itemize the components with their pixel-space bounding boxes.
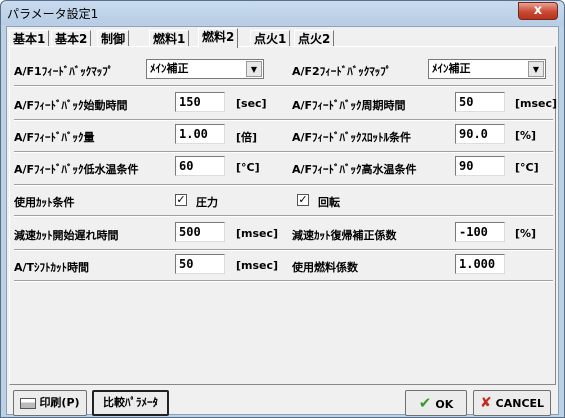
af-feedback-low-water-temp-field[interactable]: 60 [175,156,225,176]
unit-label: [%] [515,227,537,240]
cut-condition-label: 使用ｶｯﾄ条件 [14,196,75,209]
chevron-down-icon[interactable]: ▼ [528,61,544,77]
rpm-checkbox[interactable]: ✓ [297,194,309,206]
tab-tenka2[interactable]: 点火2 [294,30,335,47]
close-button[interactable]: x [518,2,558,20]
row-divider [14,119,553,121]
ok-button[interactable]: ✔ OK [405,390,467,416]
unit-label: [°C] [515,161,539,174]
unit-label: [倍] [236,131,258,144]
unit-label: [%] [515,129,537,142]
at-shift-cut-time-label: A/Tｼﾌﾄｶｯﾄ時間 [14,261,90,274]
unit-label: [°C] [236,161,260,174]
print-button[interactable]: 印刷(P) [13,390,87,416]
row-divider [14,151,553,153]
af-feedback-amount-field[interactable]: 1.00 [175,124,225,144]
af-feedback-amount-label: A/Fﾌｨｰﾄﾞﾊﾞｯｸ量 [14,131,95,144]
cross-icon: ✘ [479,395,492,411]
decel-cut-start-delay-label: 減速ｶｯﾄ開始遅れ時間 [14,229,119,242]
fuel-coefficient-label: 使用燃料係数 [292,261,358,274]
af-feedback-high-water-temp-label: A/Fﾌｨｰﾄﾞﾊﾞｯｸ高水温条件 [292,163,417,176]
tab-panel-nenryo2: A/F1ﾌｨｰﾄﾞﾊﾞｯｸﾏｯﾌﾟ ﾒｲﾝ補正 ▼ A/F2ﾌｨｰﾄﾞﾊﾞｯｸﾏ… [9,46,558,385]
row-divider [14,280,553,282]
decel-cut-start-delay-field[interactable]: 500 [175,222,225,242]
af2-feedback-map-label: A/F2ﾌｨｰﾄﾞﾊﾞｯｸﾏｯﾌﾟ [292,65,392,78]
af1-feedback-map-value: ﾒｲﾝ補正 [150,62,189,75]
af1-feedback-map-label: A/F1ﾌｨｰﾄﾞﾊﾞｯｸﾏｯﾌﾟ [14,65,114,78]
ok-button-label: OK [435,398,454,411]
rpm-checkbox-label: 回転 [318,196,340,209]
pressure-checkbox[interactable]: ✓ [175,194,187,206]
row-divider [14,215,553,217]
af-feedback-throttle-cond-label: A/Fﾌｨｰﾄﾞﾊﾞｯｸｽﾛｯﾄﾙ条件 [292,131,412,144]
af-feedback-cycle-time-label: A/Fﾌｨｰﾄﾞﾊﾞｯｸ周期時間 [292,99,406,112]
af2-feedback-map-value: ﾒｲﾝ補正 [432,62,471,75]
chevron-down-icon[interactable]: ▼ [246,61,262,77]
row-divider [14,249,553,251]
af1-feedback-map-select[interactable]: ﾒｲﾝ補正 ▼ [146,59,264,79]
tab-kihon2[interactable]: 基本2 [51,30,92,47]
af-feedback-start-time-field[interactable]: 150 [175,92,225,112]
row-divider [14,85,553,87]
unit-label: [msec] [236,259,279,272]
tab-nenryo1[interactable]: 燃料1 [149,30,190,47]
af-feedback-throttle-cond-field[interactable]: 90.0 [455,124,505,144]
decel-cut-return-coeff-label: 減速ｶｯﾄ復帰補正係数 [292,229,397,242]
dialog-window: パラメータ設定1 x 基本1 基本2 制御 燃料1 燃料2 点火1 点火2 A/… [0,0,565,418]
af-feedback-start-time-label: A/Fﾌｨｰﾄﾞﾊﾞｯｸ始動時間 [14,99,128,112]
decel-cut-return-coeff-field[interactable]: -100 [455,222,505,242]
af-feedback-low-water-temp-label: A/Fﾌｨｰﾄﾞﾊﾞｯｸ低水温条件 [14,163,139,176]
fuel-coefficient-field[interactable]: 1.000 [455,254,505,274]
printer-icon [20,397,37,409]
at-shift-cut-time-field[interactable]: 50 [175,254,225,274]
tab-nenryo2[interactable]: 燃料2 [198,28,239,48]
af-feedback-high-water-temp-field[interactable]: 90 [455,156,505,176]
unit-label: [sec] [236,97,267,110]
pressure-checkbox-label: 圧力 [196,196,218,209]
tab-tenka1[interactable]: 点火1 [250,30,291,47]
checkmark-icon: ✔ [418,394,432,412]
unit-label: [msec] [236,227,279,240]
cancel-button-label: CANCEL [495,397,545,410]
af2-feedback-map-select[interactable]: ﾒｲﾝ補正 ▼ [428,59,546,79]
row-divider [14,184,553,186]
window-title: パラメータ設定1 [7,7,99,21]
dialog-client-area: 基本1 基本2 制御 燃料1 燃料2 点火1 点火2 A/F1ﾌｨｰﾄﾞﾊﾞｯｸ… [6,26,559,416]
title-bar[interactable]: パラメータ設定1 x [1,1,564,25]
cancel-button[interactable]: ✘ CANCEL [473,390,551,416]
compare-params-button[interactable]: 比較ﾊﾟﾗﾒｰﾀ [92,390,169,416]
unit-label: [msec] [515,97,558,110]
tab-kihon1[interactable]: 基本1 [9,30,50,47]
tab-seigyo[interactable]: 制御 [97,30,130,47]
af-feedback-cycle-time-field[interactable]: 50 [455,92,505,112]
print-button-label: 印刷(P) [39,396,80,409]
